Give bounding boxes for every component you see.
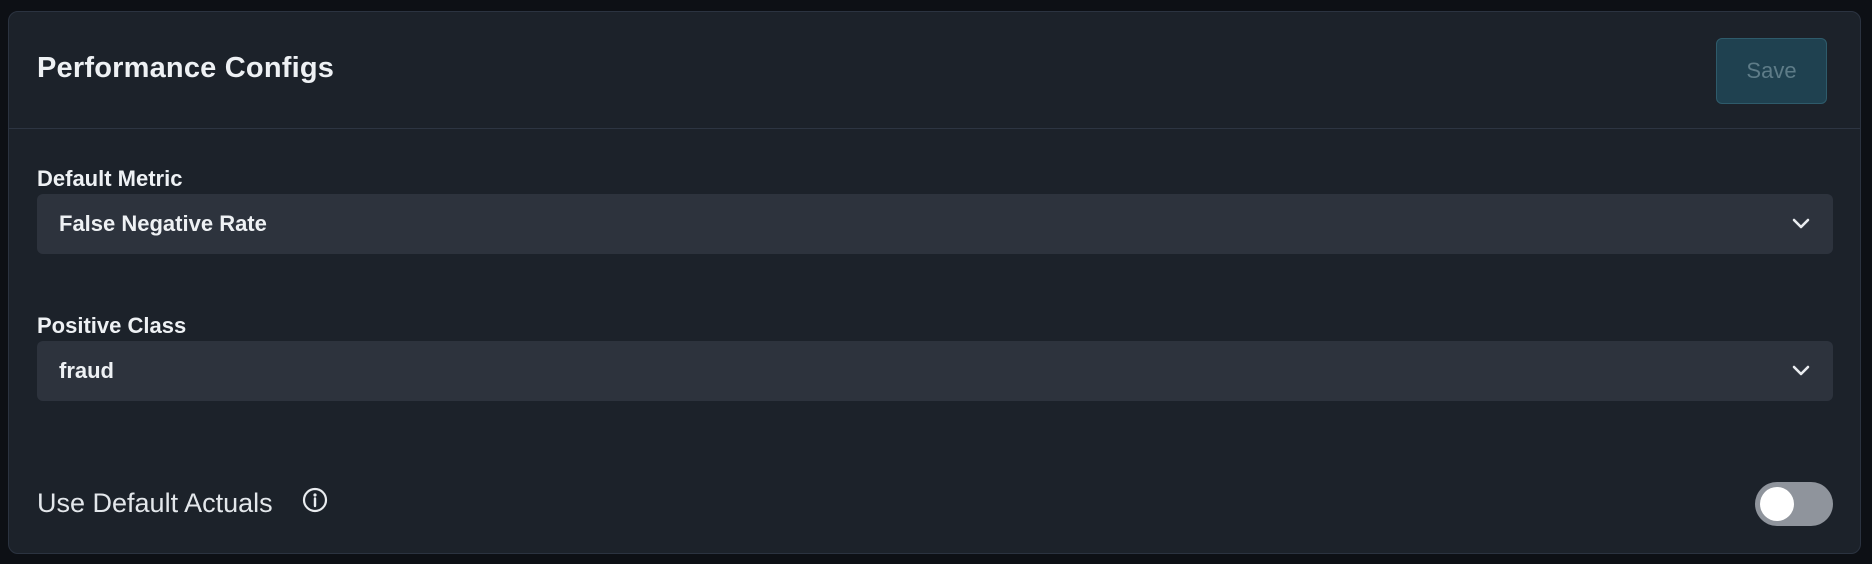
default-metric-select[interactable]: False Negative Rate [37,194,1833,254]
info-icon[interactable] [302,487,328,513]
save-button[interactable]: Save [1716,38,1827,104]
panel-title: Performance Configs [37,52,335,84]
default-metric-value: False Negative Rate [59,211,267,236]
panel-header: Performance Configs Save [9,12,1860,129]
positive-class-label: Positive Class [37,313,187,338]
chevron-down-icon [1792,365,1810,376]
default-metric-label: Default Metric [37,166,183,191]
toggle-knob [1760,487,1794,521]
use-default-actuals-toggle[interactable] [1755,482,1833,526]
use-default-actuals-label: Use Default Actuals [37,488,273,518]
positive-class-select[interactable]: fraud [37,341,1833,401]
positive-class-value: fraud [59,358,114,383]
chevron-down-icon [1792,218,1810,229]
performance-configs-panel: Performance Configs Save Default Metric … [8,11,1861,554]
